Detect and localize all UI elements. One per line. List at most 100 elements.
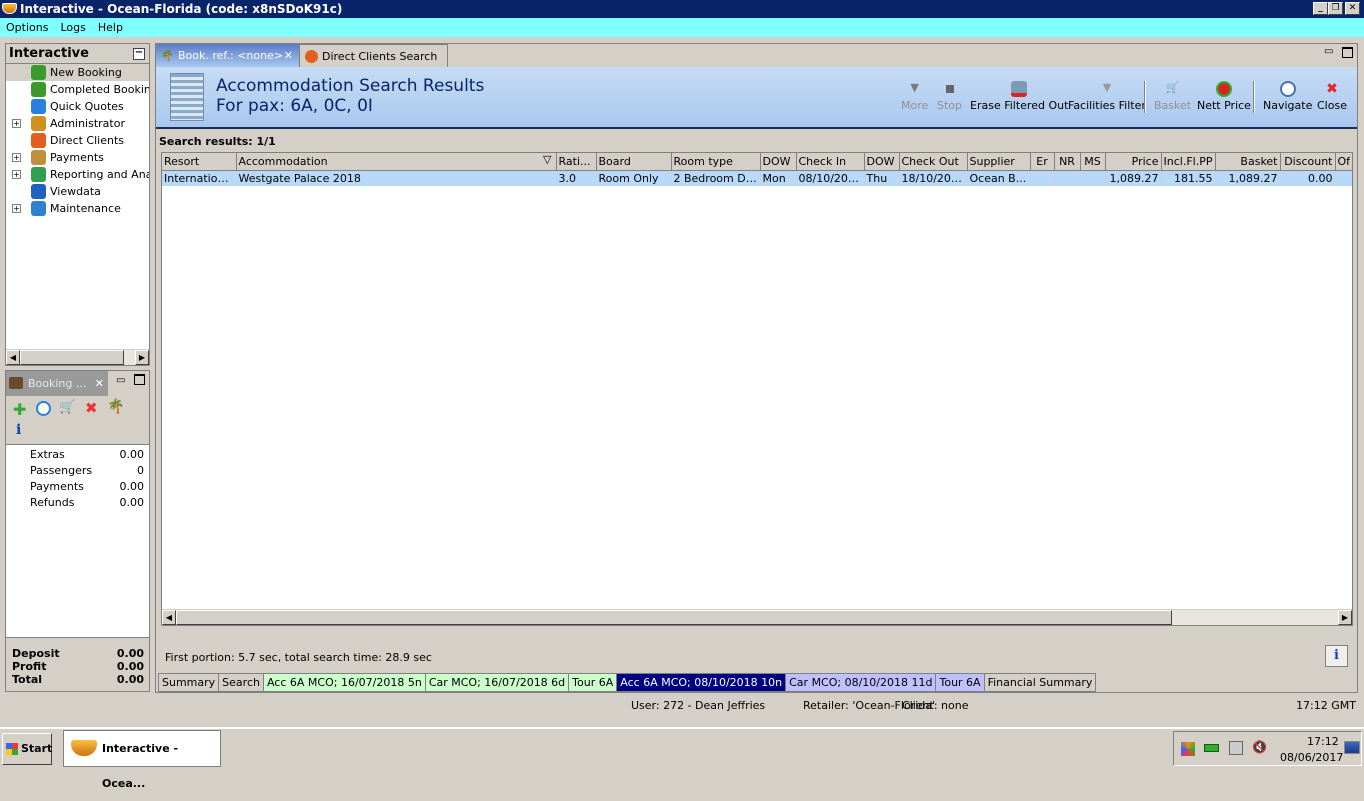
- expand-icon[interactable]: +: [12, 153, 21, 162]
- bottom-tab[interactable]: Financial Summary: [984, 673, 1097, 692]
- column-header[interactable]: Of: [1335, 153, 1352, 171]
- booking-panel: Booking ... ✕ ▭ ✚ 🛒 ✖ 🌴 i Extras 0.00 Passe…: [5, 370, 150, 692]
- bottom-tab[interactable]: Tour 6A: [936, 673, 985, 692]
- maximize-view-button[interactable]: [1342, 47, 1353, 58]
- network-card-icon[interactable]: [1204, 744, 1219, 752]
- close-window-button[interactable]: ✕: [1345, 2, 1360, 15]
- column-header[interactable]: DOW: [760, 153, 797, 171]
- table-cell: 2 Bedroom Del...: [671, 170, 761, 186]
- taskbar: Start Interactive - Ocea... 🔇 17:12 08/0…: [0, 727, 1364, 790]
- sidebar-item-administrator[interactable]: + Administrator: [6, 115, 149, 132]
- column-header[interactable]: Room type: [671, 153, 761, 171]
- scroll-right-button[interactable]: ▶: [135, 350, 149, 365]
- palm-tree-icon[interactable]: 🌴: [107, 399, 124, 415]
- scroll-thumb[interactable]: [176, 610, 1172, 625]
- minimize-button[interactable]: _: [1313, 2, 1328, 15]
- network-icon[interactable]: [1229, 741, 1243, 755]
- facilities-filter-button[interactable]: ▼ Facilities Filter: [1068, 81, 1146, 112]
- volume-muted-icon[interactable]: 🔇: [1252, 740, 1267, 754]
- scroll-left-button[interactable]: ◀: [6, 350, 20, 365]
- column-header[interactable]: Resort: [162, 153, 237, 171]
- antivirus-icon[interactable]: [1181, 742, 1195, 756]
- maximize-panel-button[interactable]: [134, 374, 145, 385]
- start-button[interactable]: Start: [2, 733, 52, 765]
- column-header[interactable]: MS: [1080, 153, 1106, 171]
- sidebar-item-payments[interactable]: + Payments: [6, 149, 149, 166]
- show-desktop-icon[interactable]: [1344, 741, 1360, 754]
- nav-horizontal-scrollbar[interactable]: ◀ ▶: [6, 349, 149, 365]
- grid-horizontal-scrollbar[interactable]: ◀ ▶: [162, 609, 1352, 625]
- tab-direct-clients-search[interactable]: Direct Clients Search: [299, 44, 448, 67]
- column-header[interactable]: Check In: [796, 153, 865, 171]
- nett-price-button[interactable]: Nett Price: [1197, 81, 1251, 112]
- bottom-tab[interactable]: Acc 6A MCO; 16/07/2018 5n: [263, 673, 426, 692]
- tab-label: Direct Clients Search: [322, 50, 438, 63]
- bottom-tab[interactable]: Car MCO; 08/10/2018 11d: [786, 673, 937, 692]
- expand-icon[interactable]: +: [12, 170, 21, 179]
- restore-button[interactable]: ❐: [1328, 2, 1343, 15]
- sidebar-item-completed-bookings[interactable]: Completed Bookings: [6, 81, 149, 98]
- administrator-icon: [31, 116, 46, 131]
- column-header[interactable]: Board: [596, 153, 672, 171]
- menu-help[interactable]: Help: [98, 21, 123, 34]
- menu-logs[interactable]: Logs: [60, 21, 85, 34]
- column-header[interactable]: DOW: [864, 153, 900, 171]
- column-header[interactable]: Accommodation ▽: [236, 153, 557, 171]
- page-title: Accommodation Search Results: [216, 76, 485, 96]
- minimize-panel-button[interactable]: ▭: [116, 375, 125, 386]
- column-header[interactable]: Price: [1105, 153, 1162, 171]
- stop-button[interactable]: Stop: [937, 81, 962, 112]
- main-workspace: 🌴 Book. ref.: <none> ✕ Direct Clients Se…: [155, 43, 1358, 693]
- bottom-tab[interactable]: Summary: [158, 673, 220, 692]
- column-header[interactable]: NR: [1054, 153, 1081, 171]
- expand-icon[interactable]: +: [12, 119, 21, 128]
- column-header[interactable]: Basket: [1215, 153, 1281, 171]
- sidebar-item-label: Direct Clients: [50, 134, 125, 147]
- sidebar-item-viewdata[interactable]: Viewdata: [6, 183, 149, 200]
- delete-icon[interactable]: ✖: [85, 399, 98, 417]
- scroll-right-button[interactable]: ▶: [1338, 610, 1352, 625]
- column-header[interactable]: Er: [1030, 153, 1055, 171]
- clock-date[interactable]: 08/06/2017: [1280, 751, 1343, 764]
- sidebar-item-reporting-and-analytics[interactable]: + Reporting and Analytics: [6, 166, 149, 183]
- basket-button[interactable]: 🛒 Basket: [1154, 81, 1191, 112]
- collapse-icon[interactable]: −: [133, 48, 145, 60]
- basket-forward-icon[interactable]: 🛒: [59, 400, 75, 415]
- sidebar-item-new-booking[interactable]: New Booking: [6, 64, 149, 81]
- sidebar-item-quick-quotes[interactable]: Quick Quotes: [6, 98, 149, 115]
- close-tab-icon[interactable]: ✕: [284, 44, 293, 67]
- column-header[interactable]: Check Out: [899, 153, 968, 171]
- scroll-left-button[interactable]: ◀: [162, 610, 176, 625]
- column-header[interactable]: Supplier: [967, 153, 1031, 171]
- bottom-tab[interactable]: Search: [219, 673, 264, 692]
- total-label: Deposit: [12, 647, 60, 660]
- tab-booking-ref[interactable]: 🌴 Book. ref.: <none> ✕: [156, 44, 299, 67]
- more-button[interactable]: ▼ More: [901, 81, 928, 112]
- expand-icon[interactable]: +: [12, 204, 21, 213]
- add-icon[interactable]: ✚: [13, 400, 26, 419]
- taskbar-app-button[interactable]: Interactive - Ocea...: [63, 730, 221, 790]
- bottom-tab[interactable]: Acc 6A MCO; 08/10/2018 10n: [617, 673, 787, 692]
- column-header[interactable]: Rati...: [556, 153, 597, 171]
- sidebar-item-direct-clients[interactable]: Direct Clients: [6, 132, 149, 149]
- navigate-button[interactable]: Navigate: [1263, 81, 1312, 112]
- close-tab-icon[interactable]: ✕: [95, 371, 104, 396]
- clock-time[interactable]: 17:12: [1307, 735, 1339, 748]
- column-header[interactable]: Incl.Fl.PP: [1161, 153, 1216, 171]
- bottom-tab[interactable]: Tour 6A: [569, 673, 618, 692]
- info-icon[interactable]: i: [16, 422, 21, 438]
- close-button[interactable]: ✖ Close: [1317, 81, 1347, 112]
- erase-filtered-out-button[interactable]: Erase Filtered Out: [970, 81, 1068, 112]
- booking-tab[interactable]: Booking ... ✕: [6, 371, 108, 396]
- sidebar-item-maintenance[interactable]: + Maintenance: [6, 200, 149, 217]
- filter-icon[interactable]: ▽: [543, 153, 551, 166]
- clock-icon[interactable]: [36, 401, 51, 416]
- column-header[interactable]: Discount: [1280, 153, 1336, 171]
- scroll-thumb[interactable]: [20, 350, 124, 365]
- summary-label: Extras: [30, 448, 65, 461]
- table-row[interactable]: Internation... Westgate Palace 2018 3.0 Roo…: [162, 170, 1352, 186]
- minimize-view-button[interactable]: ▭: [1324, 46, 1333, 57]
- bottom-tab[interactable]: Car MCO; 16/07/2018 6d: [425, 673, 570, 692]
- info-button[interactable]: i: [1325, 645, 1348, 667]
- menu-options[interactable]: Options: [6, 21, 48, 34]
